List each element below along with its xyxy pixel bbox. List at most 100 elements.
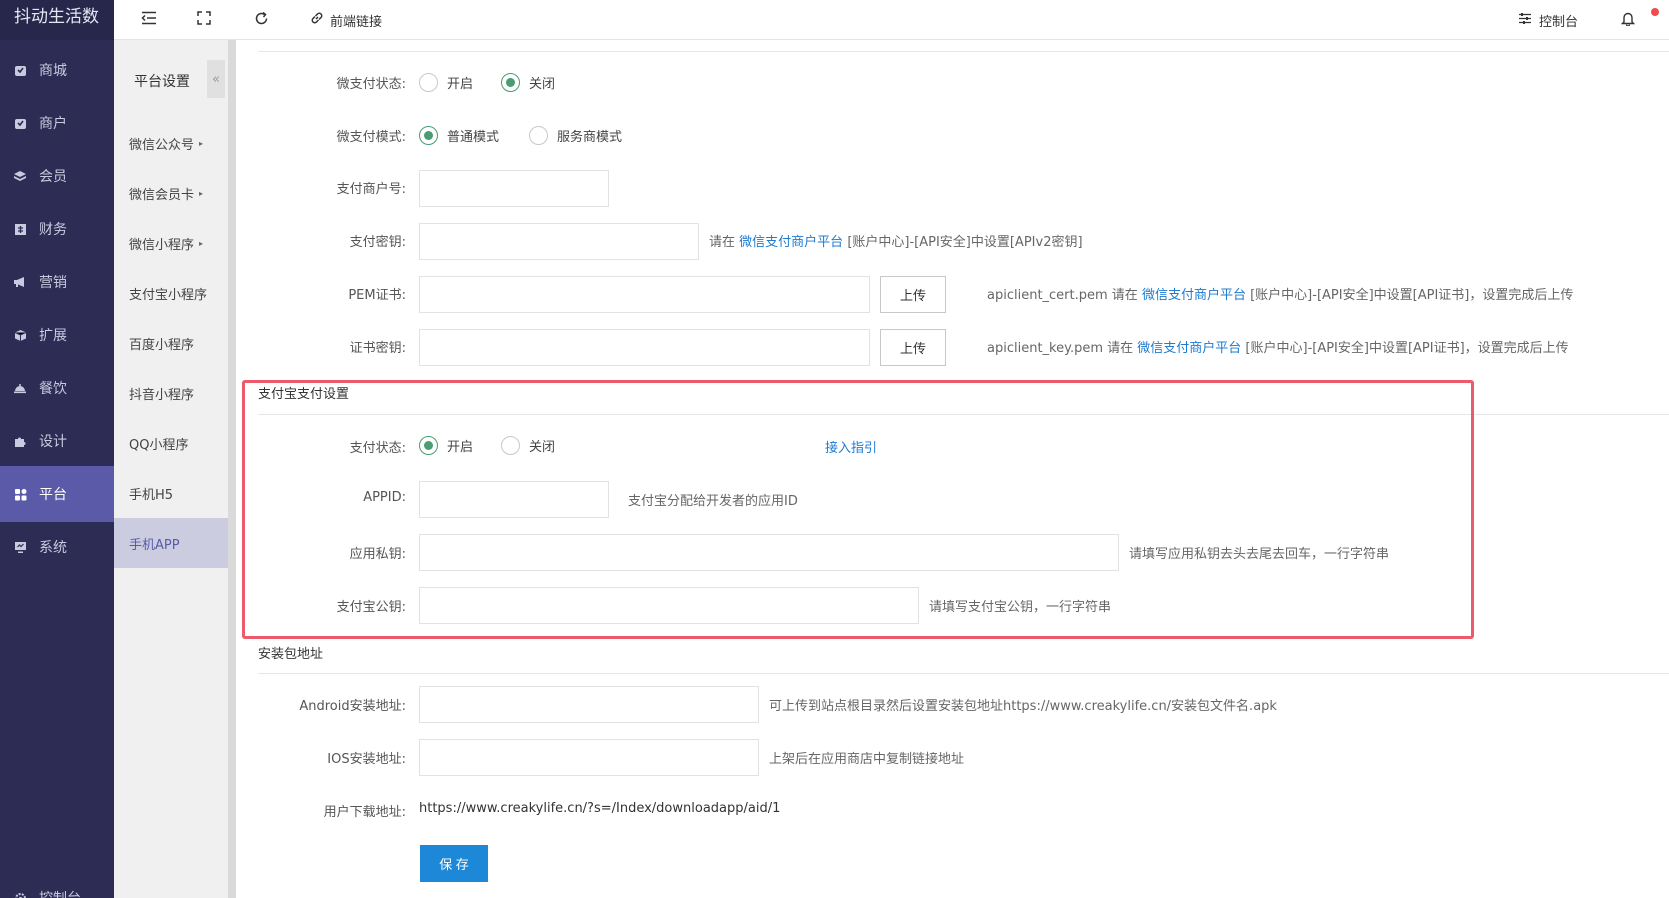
mode-normal-radio[interactable]: 普通模式 (419, 126, 499, 145)
android-url-input[interactable] (419, 686, 759, 723)
sub-item-douyin-miniprogram[interactable]: 抖音小程序 (114, 368, 228, 418)
nav-label: 控制台 (39, 888, 81, 898)
pem-cert-input[interactable] (419, 276, 870, 313)
help-text: [账户中心]-[API安全]中设置[API证书]，设置完成后上传 (1250, 288, 1574, 303)
sub-item-baidu-miniprogram[interactable]: 百度小程序 (114, 318, 228, 368)
sub-item-label: 手机APP (129, 537, 180, 553)
wechat-pay-mode-label: 微支付模式: (336, 130, 406, 145)
frontend-link-button[interactable]: 前端链接 (310, 8, 382, 32)
nav-label: 财务 (39, 222, 67, 238)
nav-item-system[interactable]: 系统 (0, 519, 114, 575)
console-button[interactable]: 控制台 (1518, 8, 1578, 32)
sub-item-label: 微信公众号 (129, 137, 195, 153)
puzzle-icon (13, 434, 27, 448)
merchant-icon (13, 116, 27, 130)
android-url-label: Android安装地址: (299, 699, 406, 714)
member-icon (13, 169, 27, 183)
sub-item-mobile-app[interactable]: 手机APP (114, 518, 228, 568)
radio-circle-checked (501, 73, 520, 92)
pem-cert-label: PEM证书: (348, 288, 406, 303)
menu-toggle-button[interactable] (141, 8, 157, 32)
radio-label: 关闭 (529, 77, 556, 92)
help-text: 请在 (709, 235, 736, 250)
section-divider (258, 51, 1669, 52)
wechat-pay-status-off-radio[interactable]: 关闭 (501, 73, 555, 92)
sub-item-wechat-card[interactable]: 微信会员卡 ▸ (114, 168, 228, 218)
wechat-merchant-platform-link[interactable]: 微信支付商户平台 (1142, 288, 1246, 303)
sub-item-wechat-official[interactable]: 微信公众号 ▸ (114, 118, 228, 168)
refresh-button[interactable] (254, 8, 269, 32)
nav-label: 设计 (39, 434, 67, 450)
sub-item-wechat-miniprogram[interactable]: 微信小程序 ▸ (114, 218, 228, 268)
wechat-pay-status-on-radio[interactable]: 开启 (419, 73, 473, 92)
nav-item-marketing[interactable]: 营销 (0, 254, 114, 310)
merchant-number-label: 支付商户号: (336, 182, 406, 197)
fullscreen-icon (197, 11, 211, 29)
help-text: [账户中心]-[API安全]中设置[API证书]，设置完成后上传 (1245, 341, 1569, 356)
nav-label: 商城 (39, 63, 67, 79)
nav-item-merchant[interactable]: 商户 (0, 95, 114, 151)
help-text: apiclient_key.pem 请在 (987, 341, 1134, 356)
nav-label: 系统 (39, 540, 67, 556)
sub-item-label: 微信会员卡 (129, 187, 195, 203)
merchant-number-input[interactable] (419, 170, 609, 207)
fullscreen-button[interactable] (197, 8, 211, 32)
cert-key-upload-button[interactable]: 上传 (880, 329, 946, 366)
radio-circle (529, 126, 548, 145)
nav-item-design[interactable]: 设计 (0, 413, 114, 469)
caret-right-icon: ▸ (199, 138, 204, 148)
sub-item-mobile-h5[interactable]: 手机H5 (114, 468, 228, 518)
nav-label: 餐饮 (39, 381, 67, 397)
sub-item-alipay-miniprogram[interactable]: 支付宝小程序 (114, 268, 228, 318)
top-bar: 前端链接 控制台 (114, 0, 1669, 40)
nav-item-shop[interactable]: 商城 (0, 42, 114, 98)
shop-icon (13, 63, 27, 77)
pem-upload-button[interactable]: 上传 (880, 276, 946, 313)
ios-url-help: 上架后在应用商店中复制链接地址 (769, 752, 965, 767)
cert-key-help: apiclient_key.pem 请在 微信支付商户平台 [账户中心]-[AP… (987, 337, 1569, 356)
ios-url-input[interactable] (419, 739, 759, 776)
radio-label: 开启 (447, 77, 474, 92)
radio-circle (419, 73, 438, 92)
sub-item-qq-miniprogram[interactable]: QQ小程序 (114, 418, 228, 468)
main-sidebar: 抖动生活数 商城 商户 会员 财务 营销 扩展 餐饮 设计 平台 系统 控 (0, 0, 114, 898)
notification-button[interactable] (1620, 8, 1636, 32)
sub-item-label: 手机H5 (129, 487, 174, 503)
save-button[interactable]: 保 存 (420, 845, 488, 882)
frontend-link-label: 前端链接 (330, 14, 383, 30)
sub-sidebar-title: 平台设置 (134, 74, 190, 90)
cube-icon (13, 328, 27, 342)
dining-icon (13, 381, 27, 395)
pay-key-help: 请在 微信支付商户平台 [账户中心]-[API安全]中设置[APIv2密钥] (709, 231, 1083, 250)
sliders-icon (1518, 12, 1532, 29)
wechat-merchant-platform-link[interactable]: 微信支付商户平台 (739, 235, 843, 250)
radio-label: 普通模式 (447, 130, 500, 145)
nav-label: 平台 (39, 487, 67, 503)
nav-label: 扩展 (39, 328, 67, 344)
menu-fold-icon (141, 11, 157, 29)
grid-icon (13, 487, 27, 501)
refresh-icon (254, 11, 269, 30)
nav-label: 会员 (39, 169, 67, 185)
megaphone-icon (13, 275, 27, 289)
install-section-title: 安装包地址 (258, 647, 324, 662)
nav-item-member[interactable]: 会员 (0, 148, 114, 204)
alipay-highlight-box (242, 380, 1474, 639)
cert-key-label: 证书密钥: (349, 341, 406, 356)
mode-service-radio[interactable]: 服务商模式 (529, 126, 622, 145)
notification-badge (1651, 8, 1659, 16)
nav-item-console[interactable]: 控制台 (0, 870, 114, 898)
user-download-label: 用户下载地址: (323, 805, 406, 820)
gear-icon (13, 891, 27, 898)
cert-key-input[interactable] (419, 329, 870, 366)
collapse-sub-sidebar-button[interactable]: « (207, 60, 225, 98)
android-url-help: 可上传到站点根目录然后设置安装包地址https://www.creakylife… (769, 699, 1277, 714)
user-download-url: https://www.creakylife.cn/?s=/Index/down… (419, 801, 781, 816)
nav-item-dining[interactable]: 餐饮 (0, 360, 114, 416)
nav-item-extend[interactable]: 扩展 (0, 307, 114, 363)
wechat-merchant-platform-link[interactable]: 微信支付商户平台 (1137, 341, 1241, 356)
nav-item-finance[interactable]: 财务 (0, 201, 114, 257)
nav-item-platform[interactable]: 平台 (0, 466, 114, 522)
pay-key-input[interactable] (419, 223, 699, 260)
console-label: 控制台 (1539, 14, 1579, 30)
